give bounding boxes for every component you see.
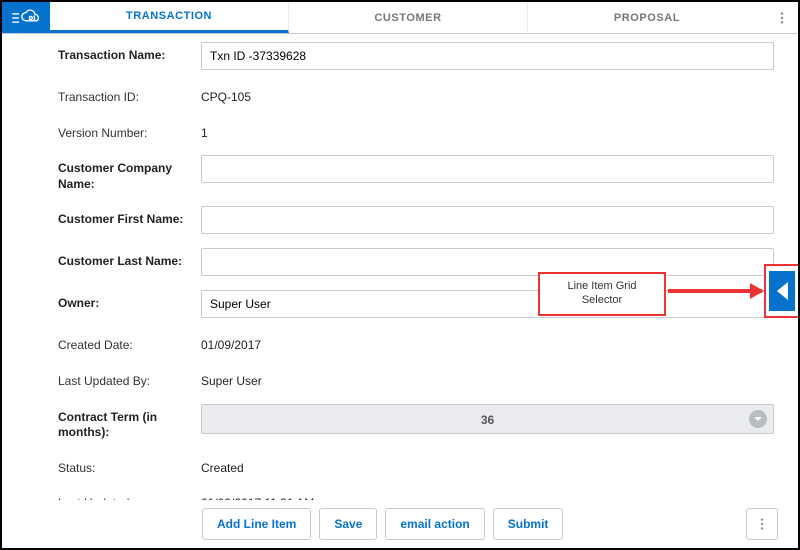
row-transaction-id: Transaction ID: CPQ-105 bbox=[26, 84, 774, 106]
row-contract-term: Contract Term (in months): 36 bbox=[26, 404, 774, 441]
kebab-icon bbox=[755, 517, 769, 531]
row-last-updated: Last Updated: 01/09/2017 11:31 AM bbox=[26, 490, 774, 500]
cloud-menu-icon bbox=[9, 7, 43, 29]
form-body: Transaction Name: Transaction ID: CPQ-10… bbox=[2, 34, 798, 500]
label-transaction-id: Transaction ID: bbox=[26, 84, 201, 106]
value-transaction-id: CPQ-105 bbox=[201, 84, 774, 106]
brand-logo[interactable] bbox=[2, 2, 50, 33]
tab-customer[interactable]: CUSTOMER bbox=[289, 2, 528, 33]
label-transaction-name: Transaction Name: bbox=[26, 42, 201, 64]
label-last-updated: Last Updated: bbox=[26, 490, 201, 500]
row-last-updated-by: Last Updated By: Super User bbox=[26, 368, 774, 390]
chevron-down-icon bbox=[749, 410, 767, 428]
input-transaction-name[interactable] bbox=[201, 42, 774, 70]
row-version-number: Version Number: 1 bbox=[26, 120, 774, 142]
email-action-button[interactable]: email action bbox=[385, 508, 484, 540]
label-status: Status: bbox=[26, 455, 201, 477]
triangle-left-icon bbox=[777, 282, 788, 300]
action-bar: Add Line Item Save email action Submit bbox=[2, 500, 798, 548]
app-frame: TRANSACTION CUSTOMER PROPOSAL Transactio… bbox=[0, 0, 800, 550]
row-created-date: Created Date: 01/09/2017 bbox=[26, 332, 774, 354]
label-contract-term: Contract Term (in months): bbox=[26, 404, 201, 441]
tab-transaction[interactable]: TRANSACTION bbox=[50, 2, 289, 33]
line-item-grid-selector[interactable] bbox=[764, 264, 800, 318]
label-customer-first: Customer First Name: bbox=[26, 206, 201, 228]
label-customer-last: Customer Last Name: bbox=[26, 248, 201, 270]
label-created-date: Created Date: bbox=[26, 332, 201, 354]
value-last-updated-by: Super User bbox=[201, 368, 774, 390]
label-owner: Owner: bbox=[26, 290, 201, 312]
value-status: Created bbox=[201, 455, 774, 477]
top-bar: TRANSACTION CUSTOMER PROPOSAL bbox=[2, 2, 798, 34]
save-button[interactable]: Save bbox=[319, 508, 377, 540]
callout-line-item-grid: Line Item Grid Selector bbox=[538, 272, 666, 316]
value-version-number: 1 bbox=[201, 120, 774, 142]
actionbar-more-button[interactable] bbox=[746, 508, 778, 540]
callout-arrow bbox=[668, 289, 762, 293]
input-customer-first[interactable] bbox=[201, 206, 774, 234]
row-status: Status: Created bbox=[26, 455, 774, 477]
tab-proposal[interactable]: PROPOSAL bbox=[528, 2, 766, 33]
tabs: TRANSACTION CUSTOMER PROPOSAL bbox=[50, 2, 766, 33]
select-contract-term[interactable]: 36 bbox=[201, 404, 774, 434]
topbar-more-button[interactable] bbox=[766, 2, 798, 33]
value-created-date: 01/09/2017 bbox=[201, 332, 774, 354]
row-transaction-name: Transaction Name: bbox=[26, 42, 774, 70]
submit-button[interactable]: Submit bbox=[493, 508, 564, 540]
select-contract-term-value: 36 bbox=[481, 413, 494, 427]
label-version-number: Version Number: bbox=[26, 120, 201, 142]
label-customer-company: Customer Company Name: bbox=[26, 155, 201, 192]
kebab-icon bbox=[775, 11, 789, 25]
add-line-item-button[interactable]: Add Line Item bbox=[202, 508, 311, 540]
input-customer-company[interactable] bbox=[201, 155, 774, 183]
input-owner[interactable] bbox=[201, 290, 774, 318]
row-customer-company: Customer Company Name: bbox=[26, 155, 774, 192]
label-last-updated-by: Last Updated By: bbox=[26, 368, 201, 390]
input-customer-last[interactable] bbox=[201, 248, 774, 276]
row-customer-first: Customer First Name: bbox=[26, 206, 774, 234]
value-last-updated: 01/09/2017 11:31 AM bbox=[201, 490, 774, 500]
